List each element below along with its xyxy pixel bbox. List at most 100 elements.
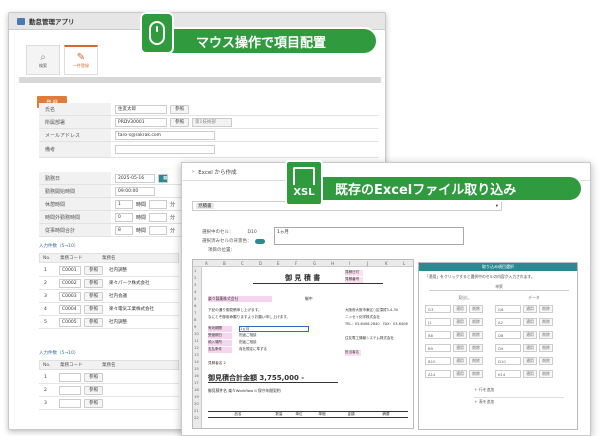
selected-cell-value: D10 bbox=[247, 229, 257, 235]
lookup-button[interactable]: 参照 bbox=[84, 304, 103, 314]
lookup-button[interactable]: 参照 bbox=[84, 278, 103, 288]
column-label: A bbox=[205, 261, 208, 266]
delete-button[interactable]: 削除 bbox=[469, 357, 483, 365]
delete-button[interactable]: 削除 bbox=[469, 305, 483, 313]
heading-cell[interactable]: B9 bbox=[425, 344, 451, 352]
section-title[interactable]: 入力件数（5→10） bbox=[39, 243, 78, 249]
cell-content-input[interactable]: 1ヵ月 bbox=[274, 227, 464, 245]
apply-button[interactable]: 適用 bbox=[453, 357, 467, 365]
apply-button[interactable]: 適用 bbox=[523, 305, 537, 313]
spreadsheet-preview[interactable]: ABCDEFGHIJKL 1 2 3 4 5 6 7 8 9 10 11 12 13 14 15 16 17 18… bbox=[192, 259, 414, 429]
row-label: 21 bbox=[194, 408, 199, 413]
apply-button[interactable]: 適用 bbox=[453, 370, 467, 378]
apply-button[interactable]: 適用 bbox=[453, 318, 467, 326]
import-items-panel: 取り込み項目選択 「適用」をクリックすると選択中のセルの内容が入力されます。 単… bbox=[418, 262, 578, 430]
delete-button[interactable]: 削除 bbox=[539, 344, 553, 352]
dept-lookup-button[interactable]: 参照 bbox=[170, 117, 189, 127]
col-header: No. bbox=[43, 255, 51, 261]
apply-button[interactable]: 適用 bbox=[453, 331, 467, 339]
code-input[interactable]: C0005 bbox=[59, 317, 81, 327]
data-cell[interactable]: D8 bbox=[495, 331, 521, 339]
table-row: 5 C0005 参照 社内調整 bbox=[39, 316, 179, 329]
intro: 下記の通り御見積申し上げます。 bbox=[208, 308, 262, 312]
unit-label: 分 bbox=[170, 227, 176, 234]
code-input[interactable]: C0001 bbox=[59, 265, 81, 275]
heading-cell[interactable]: B8 bbox=[425, 331, 451, 339]
data-cell[interactable]: K14 bbox=[495, 370, 521, 378]
data-cell[interactable]: A2 bbox=[495, 318, 521, 326]
code-input[interactable]: C0002 bbox=[59, 278, 81, 288]
apply-button[interactable]: 適用 bbox=[523, 331, 537, 339]
total-minutes-input[interactable] bbox=[149, 225, 168, 235]
template-select[interactable]: 見積書 ▾ bbox=[192, 201, 502, 211]
apply-button[interactable]: 適用 bbox=[523, 318, 537, 326]
delete-button[interactable]: 削除 bbox=[539, 331, 553, 339]
toggle-switch[interactable] bbox=[254, 238, 265, 244]
data-cell[interactable]: D10 bbox=[495, 357, 521, 365]
name-input[interactable]: 住友太郎 bbox=[115, 104, 167, 114]
code-input[interactable] bbox=[59, 372, 81, 382]
delete-button[interactable]: 削除 bbox=[469, 344, 483, 352]
client-name: 楽々製薬株式会社 bbox=[208, 296, 272, 302]
delete-button[interactable]: 削除 bbox=[469, 318, 483, 326]
field-label: 時間外勤務時間 bbox=[39, 211, 111, 223]
add-table-button[interactable]: ＋ 表を追加 bbox=[474, 399, 494, 405]
xsl-label: XSL bbox=[293, 187, 315, 198]
delete-button[interactable]: 削除 bbox=[539, 305, 553, 313]
field-label: 備考 bbox=[39, 142, 111, 157]
apply-button[interactable]: 適用 bbox=[453, 344, 467, 352]
code-input[interactable]: C0003 bbox=[59, 291, 81, 301]
calendar-icon[interactable]: ▦ bbox=[158, 173, 168, 183]
email-input[interactable]: taro-s@rakrak.com bbox=[115, 130, 215, 140]
field-row-email: メールアドレス taro-s@rakrak.com bbox=[39, 129, 379, 142]
delete-button[interactable]: 削除 bbox=[539, 318, 553, 326]
row-no: 2 bbox=[44, 280, 47, 286]
delete-button[interactable]: 削除 bbox=[539, 370, 553, 378]
section-title[interactable]: 入力件数（5→10） bbox=[39, 350, 78, 356]
apply-button[interactable]: 適用 bbox=[523, 370, 537, 378]
code-input[interactable]: C0004 bbox=[59, 304, 81, 314]
delete-button[interactable]: 削除 bbox=[469, 370, 483, 378]
apply-button[interactable]: 適用 bbox=[523, 357, 537, 365]
total-hours-input[interactable]: 8 bbox=[115, 225, 133, 235]
data-cell[interactable]: G6 bbox=[495, 305, 521, 313]
column-label: E bbox=[277, 261, 280, 266]
heading-cell[interactable]: A14 bbox=[425, 370, 451, 378]
delete-button[interactable]: 削除 bbox=[469, 331, 483, 339]
lookup-button[interactable]: 参照 bbox=[84, 317, 103, 327]
overtime-hours-input[interactable]: 0 bbox=[115, 212, 133, 222]
lookup-button[interactable]: 参照 bbox=[84, 372, 103, 382]
lookup-button[interactable]: 参照 bbox=[84, 291, 103, 301]
data-cell[interactable]: D9 bbox=[495, 344, 521, 352]
total-amount: 御見積合計金額 3,755,000 - bbox=[208, 373, 338, 383]
lookup-button[interactable]: 参照 bbox=[84, 385, 103, 395]
start-time-input[interactable]: 09:00:00 bbox=[115, 186, 155, 196]
tab-search[interactable]: ⌕ 検索 bbox=[26, 45, 60, 75]
selected-cell-label: 選択中のセル： bbox=[202, 230, 234, 235]
col-head: データ bbox=[528, 295, 540, 300]
name-lookup-button[interactable]: 参照 bbox=[170, 104, 189, 114]
code-input[interactable] bbox=[59, 385, 81, 395]
code-input[interactable] bbox=[59, 398, 81, 408]
heading-cell[interactable]: G3 bbox=[425, 305, 451, 313]
lookup-button[interactable]: 参照 bbox=[84, 398, 103, 408]
field-label: 所属部署 bbox=[39, 116, 111, 128]
apply-button[interactable]: 適用 bbox=[523, 344, 537, 352]
delete-button[interactable]: 削除 bbox=[539, 357, 553, 365]
break-minutes-input[interactable] bbox=[149, 199, 168, 209]
dept-input[interactable]: PRDV30001 bbox=[115, 117, 167, 127]
bg-color-label: 選択済みセルの背景色： bbox=[202, 239, 252, 244]
overtime-minutes-input[interactable] bbox=[149, 212, 168, 222]
add-row-button[interactable]: ＋ 行を追加 bbox=[474, 387, 494, 393]
break-hours-input[interactable]: 1 bbox=[115, 199, 133, 209]
lookup-button[interactable]: 参照 bbox=[84, 265, 103, 275]
condition-label: 受渡期日 bbox=[208, 333, 232, 339]
date-input[interactable]: 2025-05-16 bbox=[115, 173, 155, 183]
group-label: 単票 bbox=[429, 284, 569, 291]
heading-cell[interactable]: B10 bbox=[425, 357, 451, 365]
note-input[interactable] bbox=[115, 145, 215, 154]
heading-cell[interactable]: J1 bbox=[425, 318, 451, 326]
field-label: 従事時間合計 bbox=[39, 224, 111, 236]
tab-single-entry[interactable]: ✎ 一件登録 bbox=[64, 45, 98, 75]
apply-button[interactable]: 適用 bbox=[453, 305, 467, 313]
